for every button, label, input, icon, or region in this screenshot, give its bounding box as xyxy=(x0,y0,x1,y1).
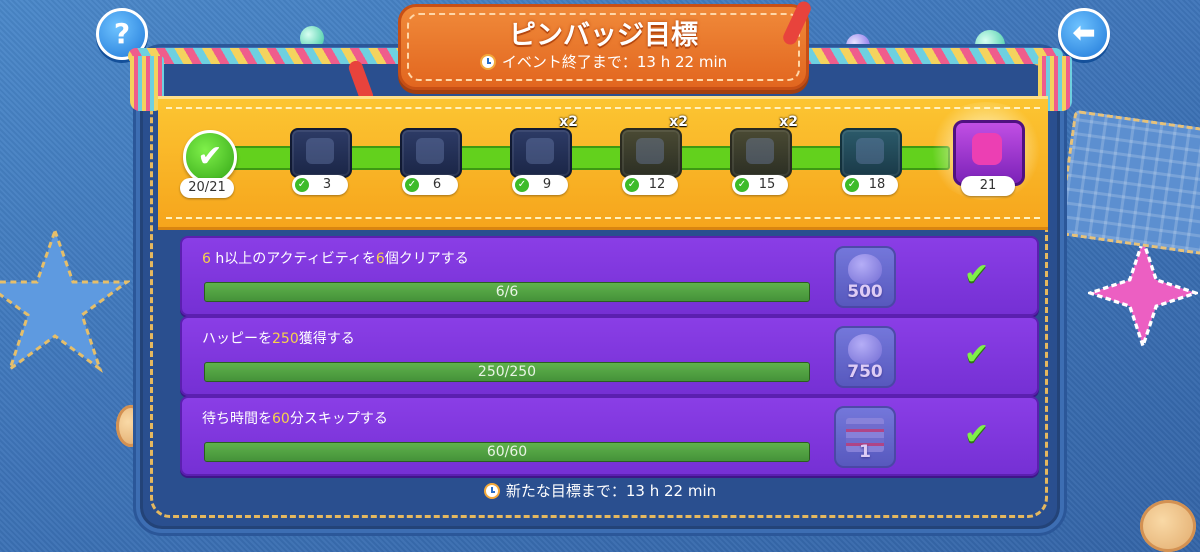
completed-check-icon: ✔ xyxy=(964,337,990,372)
milestone-label: ✓ 9 xyxy=(512,175,568,195)
task-title: ハッピーを250獲得する xyxy=(202,331,355,347)
milestone-chest[interactable]: x2 xyxy=(726,114,798,178)
task-title: 6 h以上のアクティビティを6個クリアする xyxy=(202,251,469,267)
completed-check-icon: ✔ xyxy=(964,417,990,452)
completed-check-icon: ✔ xyxy=(964,257,990,292)
reward-tile[interactable]: 1 xyxy=(834,406,896,468)
reward-tile[interactable]: 500 xyxy=(834,246,896,308)
reward-tile[interactable]: 750 xyxy=(834,326,896,388)
clock-icon xyxy=(479,54,496,70)
chest-icon xyxy=(510,128,572,178)
reward-amount: 1 xyxy=(859,442,871,462)
task-title: 待ち時間を60分スキップする xyxy=(202,411,388,427)
check-icon: ✓ xyxy=(735,178,749,192)
chest-icon xyxy=(290,128,352,178)
progress-complete-check-icon: ✔ xyxy=(183,130,237,184)
pink-star-decoration xyxy=(1088,238,1198,348)
new-goal-timer-text: 新たな目標まで：13 h 22 min xyxy=(505,482,717,500)
task-progress-bar: 6/6 xyxy=(204,282,810,302)
task-progress-bar: 60/60 xyxy=(204,442,810,462)
task-progress-label: 6/6 xyxy=(495,284,519,300)
reward-amount: 500 xyxy=(847,282,883,302)
potion-icon xyxy=(848,334,882,364)
task-row: 6 h以上のアクティビティを6個クリアする 6/6 500 ✔ xyxy=(180,236,1039,316)
multiplier-badge: x2 xyxy=(669,114,688,130)
milestone-label: ✓ 15 xyxy=(732,175,788,195)
milestone-chest[interactable]: x2 xyxy=(506,114,578,178)
check-icon: ✓ xyxy=(625,178,639,192)
task-progress-label: 60/60 xyxy=(486,444,528,460)
milestone-label: ✓ 12 xyxy=(622,175,678,195)
check-icon: ✓ xyxy=(515,178,529,192)
milestone-chest[interactable] xyxy=(396,122,462,178)
reward-amount: 750 xyxy=(847,362,883,382)
plaid-patch-decoration xyxy=(1056,109,1200,257)
event-timer-text: イベント終了まで：13 h 22 min xyxy=(501,53,728,71)
sewing-button-decoration xyxy=(1140,500,1196,552)
task-row: 待ち時間を60分スキップする 60/60 1 ✔ xyxy=(180,396,1039,476)
chest-icon xyxy=(730,128,792,178)
multiplier-badge: x2 xyxy=(559,114,578,130)
final-milestone-label: 21 xyxy=(961,176,1015,196)
milestone-chest[interactable] xyxy=(836,122,902,178)
star-patch-decoration xyxy=(0,226,130,373)
page-title: ピンバッジ目標 xyxy=(509,20,698,51)
task-progress-bar: 250/250 xyxy=(204,362,810,382)
check-icon: ✓ xyxy=(295,178,309,192)
milestone-label: ✓ 6 xyxy=(402,175,458,195)
task-progress-label: 250/250 xyxy=(477,364,537,380)
event-timer: イベント終了まで：13 h 22 min xyxy=(401,51,806,72)
chest-icon xyxy=(620,128,682,178)
chest-icon xyxy=(400,128,462,178)
task-row: ハッピーを250獲得する 250/250 750 ✔ xyxy=(180,316,1039,396)
new-goal-timer: 新たな目標まで：13 h 22 min xyxy=(0,480,1200,501)
milestone-label: ✓ 18 xyxy=(842,175,898,195)
check-icon: ✓ xyxy=(405,178,419,192)
milestone-chest[interactable]: x2 xyxy=(616,114,688,178)
milestone-chest[interactable] xyxy=(286,122,352,178)
milestone-label: ✓ 3 xyxy=(292,175,348,195)
multiplier-badge: x2 xyxy=(779,114,798,130)
check-icon: ✓ xyxy=(845,178,859,192)
title-plate: ピンバッジ目標 イベント終了まで：13 h 22 min xyxy=(398,4,809,90)
back-arrow-button[interactable]: ⬅ xyxy=(1058,8,1110,60)
progress-count: 20/21 xyxy=(180,178,234,198)
clock-icon xyxy=(483,483,500,499)
chest-icon xyxy=(840,128,902,178)
potion-icon xyxy=(848,254,882,284)
